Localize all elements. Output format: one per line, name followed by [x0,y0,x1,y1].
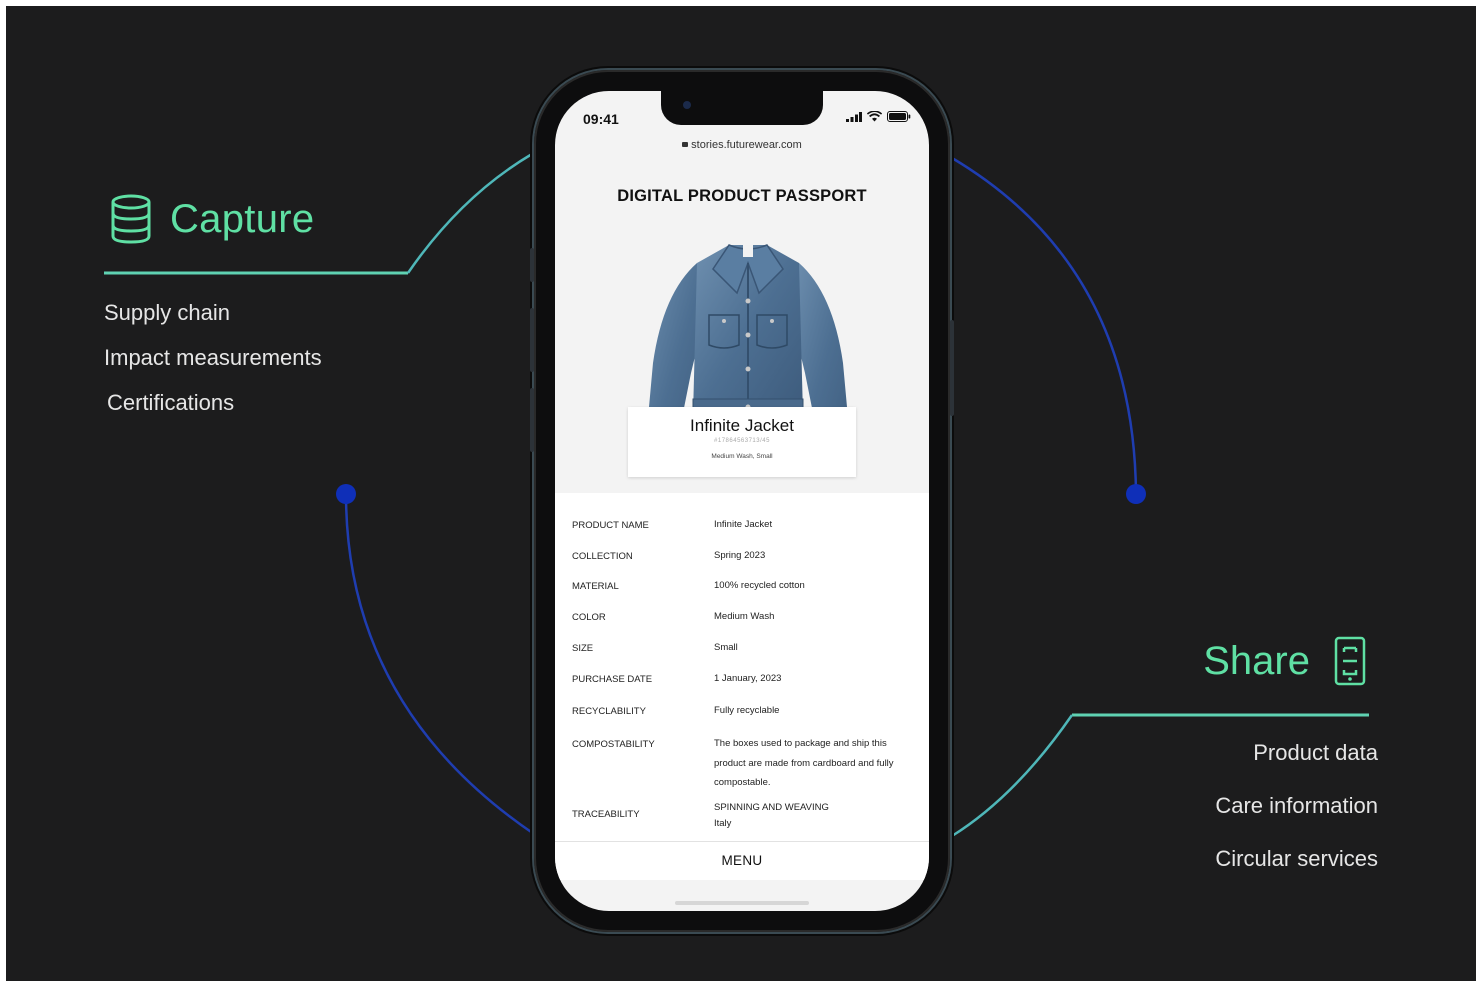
detail-label: COMPOSTABILITY [572,739,655,750]
capture-item-certifications: Certifications [107,390,235,415]
detail-value: Spring 2023 [714,550,766,561]
phone-mockup: 09:41 stories.futurewear.com DIGITAL PRO… [530,70,954,932]
left-connector-dot [336,484,356,504]
capture-connector-line [406,152,533,274]
share-item-product-data: Product data [1253,740,1378,765]
detail-label: PURCHASE DATE [572,674,653,685]
share-list: Product data Care information Circular s… [1215,736,1378,895]
home-indicator[interactable] [675,901,809,905]
phone-volume-up-button [530,308,534,372]
share-title: Share [1203,638,1310,683]
right-connector-dot [1126,484,1146,504]
lock-icon [682,142,689,147]
phone-notch [661,91,823,125]
share-connector-line [951,714,1074,838]
wifi-icon [867,111,882,122]
share-item-circular-services: Circular services [1215,846,1378,871]
product-variant: Medium Wash, Small [711,453,773,460]
database-icon [111,194,151,244]
product-sku: #17864563713/45 [714,438,770,444]
product-name: Infinite Jacket [690,416,794,435]
status-icons [846,111,911,122]
diagram-stage: Capture Supply chain Impact measurements… [6,6,1476,981]
detail-value: 1 January, 2023 [714,673,782,684]
traceability-stage: SPINNING AND WEAVING [714,802,829,813]
page-title: DIGITAL PRODUCT PASSPORT [617,187,867,205]
detail-label: RECYCLABILITY [572,706,646,717]
detail-value: Medium Wash [714,611,775,622]
product-details-table: PRODUCT NAME Infinite Jacket COLLECTION … [555,493,929,841]
url-bar[interactable]: stories.futurewear.com [555,139,929,151]
phone-side-button [530,248,534,282]
detail-label: COLLECTION [572,551,633,562]
capture-item-supply-chain: Supply chain [104,300,230,325]
detail-label: COLOR [572,612,606,623]
capture-list: Supply chain Impact measurements Certifi… [104,296,322,431]
status-time: 09:41 [583,111,619,127]
phone-screen: 09:41 stories.futurewear.com DIGITAL PRO… [555,91,929,911]
product-card: Infinite Jacket #17864563713/45 Medium W… [628,407,856,477]
phone-power-button [950,320,954,416]
detail-value: Small [714,642,738,653]
camera-icon [683,101,691,109]
traceability-country: Italy [714,818,732,829]
detail-label: PRODUCT NAME [572,520,649,531]
detail-value: The boxes used to package and ship this … [714,738,894,788]
left-connector-line [344,493,535,836]
capture-title: Capture [170,196,315,241]
detail-label: TRACEABILITY [572,809,640,820]
detail-value: Infinite Jacket [714,519,773,530]
battery-icon [887,111,911,122]
signal-icon [846,111,862,122]
smartphone-icon [1334,636,1366,686]
menu-button[interactable]: MENU [555,841,929,880]
detail-label: SIZE [572,643,594,654]
phone-volume-down-button [530,388,534,452]
capture-heading: Capture [110,194,314,244]
share-heading: Share [1203,636,1366,686]
url-text: stories.futurewear.com [691,139,802,151]
share-item-care-information: Care information [1215,793,1378,818]
right-connector-line [951,156,1138,495]
detail-value: Fully recyclable [714,705,780,716]
capture-item-impact-measurements: Impact measurements [104,345,322,370]
detail-value: SPINNING AND WEAVING Italy [714,800,904,832]
detail-value: 100% recycled cotton [714,580,805,591]
detail-label: MATERIAL [572,581,619,592]
